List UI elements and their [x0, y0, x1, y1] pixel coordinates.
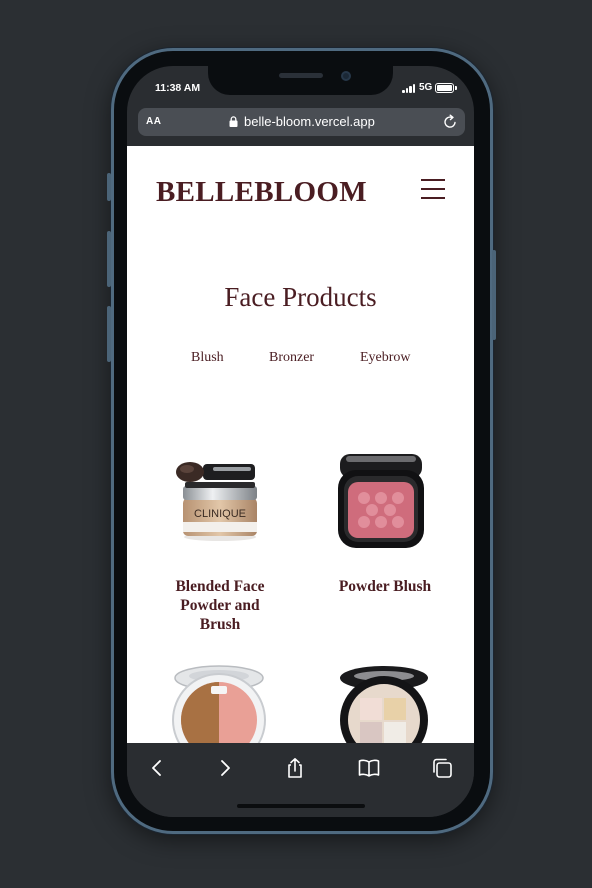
phone-screen: 11:38 AM 5G AA belle-bloom.vercel.app BE… [127, 66, 474, 817]
share-icon[interactable] [284, 757, 306, 779]
category-link-eyebrow[interactable]: Eyebrow [360, 350, 411, 366]
product-image-face-powder[interactable]: CLINIQUE [173, 458, 267, 544]
url-text[interactable]: belle-bloom.vercel.app [244, 114, 375, 129]
front-camera [341, 71, 351, 81]
hamburger-menu-icon[interactable] [421, 178, 445, 200]
web-page: BELLEBLOOM Face Products Blush Bronzer E… [127, 146, 474, 743]
product-1-label: CLINIQUE [194, 508, 246, 520]
bookmarks-icon[interactable] [358, 757, 380, 779]
notch [208, 66, 393, 95]
network-type: 5G [419, 82, 433, 93]
forward-arrow-icon[interactable] [214, 757, 236, 779]
product-image-eyeshadow-compact[interactable] [338, 664, 430, 743]
site-logo[interactable]: BELLEBLOOM [156, 176, 367, 209]
product-image-powder-blush[interactable] [334, 452, 428, 552]
battery-icon [435, 83, 457, 93]
lock-icon [229, 116, 238, 127]
tabs-icon[interactable] [431, 757, 453, 779]
category-link-bronzer[interactable]: Bronzer [269, 350, 314, 366]
address-bar[interactable]: AA belle-bloom.vercel.app [138, 108, 465, 136]
status-time: 11:38 AM [155, 82, 201, 94]
back-arrow-icon[interactable] [146, 757, 168, 779]
product-name-face-powder[interactable]: Blended Face Powder and Brush [145, 577, 295, 634]
browser-toolbar [127, 743, 474, 817]
page-title: Face Products [224, 282, 377, 312]
category-link-blush[interactable]: Blush [191, 350, 224, 366]
mute-switch [107, 173, 111, 201]
home-indicator[interactable] [237, 804, 365, 808]
speaker [279, 73, 323, 78]
power-button [492, 250, 496, 340]
volume-up-button [107, 231, 111, 287]
reload-icon[interactable] [442, 114, 458, 130]
signal-icon [402, 83, 416, 93]
product-name-powder-blush[interactable]: Powder Blush [311, 577, 459, 596]
product-image-duo-compact[interactable] [171, 664, 267, 743]
reader-settings-button[interactable]: AA [146, 116, 161, 127]
volume-down-button [107, 306, 111, 362]
